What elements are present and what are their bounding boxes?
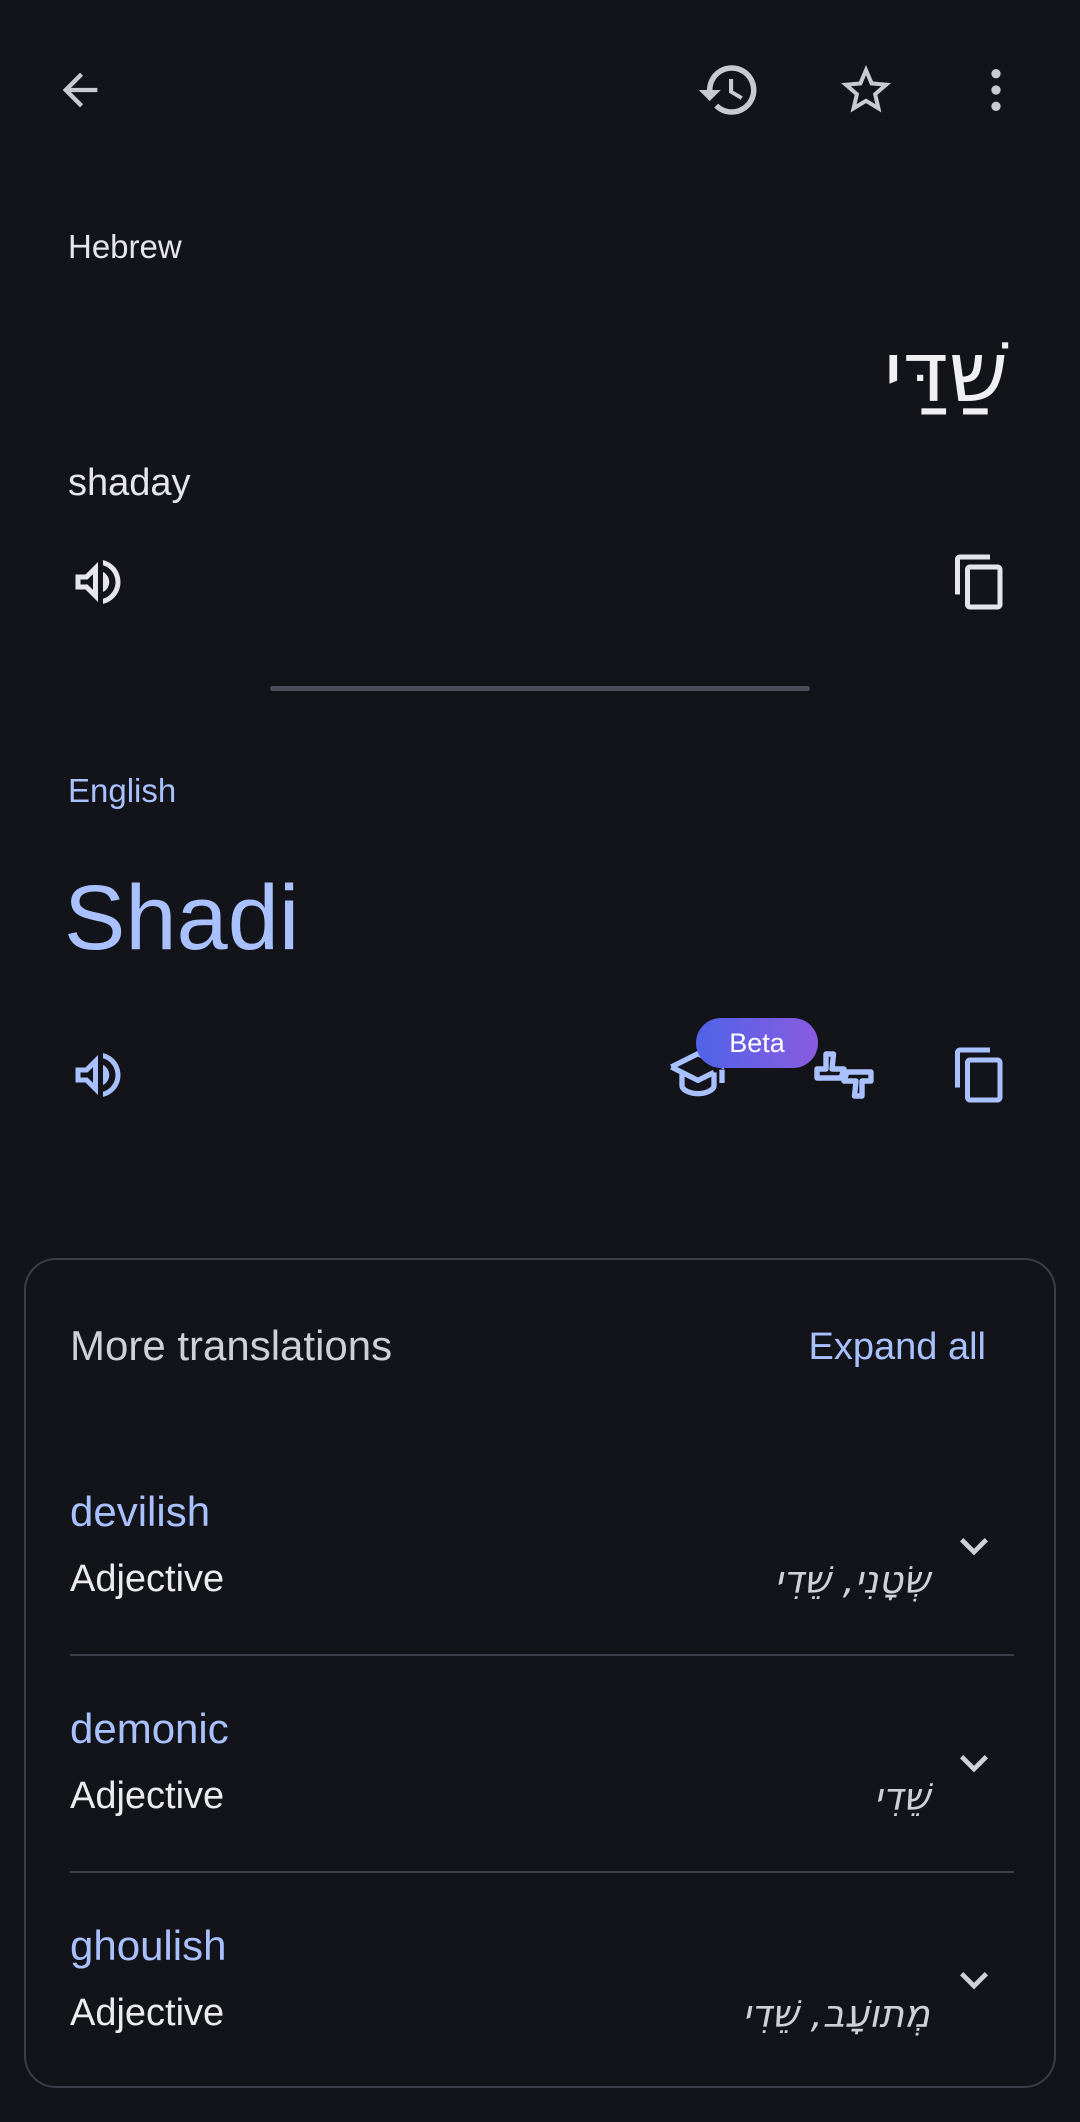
part-of-speech: Adjective <box>70 1558 225 1600</box>
feedback-button[interactable] <box>796 1027 892 1123</box>
history-button[interactable] <box>681 42 777 138</box>
more-translations-title: More translations <box>70 1322 393 1369</box>
chevron-down-icon <box>960 1755 988 1773</box>
top-app-bar <box>0 0 1080 180</box>
source-language-label: Hebrew <box>68 228 182 265</box>
more-translations-card: More translations Expand all devilish Ad… <box>24 1258 1056 2088</box>
translation-word: devilish <box>70 1488 211 1535</box>
reverse-translations: שְׂטָנִי, שֵׁדִי <box>774 1558 930 1602</box>
arrow-left-icon <box>62 72 98 108</box>
expand-all-button[interactable]: Expand all <box>809 1326 986 1369</box>
target-listen-button[interactable] <box>50 1027 146 1123</box>
copy-icon <box>955 554 1003 610</box>
row-divider <box>70 1871 1014 1873</box>
expand-row-button[interactable] <box>934 1723 1014 1803</box>
thumbs-up-down-icon <box>814 1051 874 1099</box>
part-of-speech: Adjective <box>70 1775 225 1817</box>
source-transliteration: shaday <box>68 462 191 504</box>
chevron-down-icon <box>960 1972 988 1990</box>
reverse-translations: מְתוֹעָב, שֵׁדִי <box>742 1992 930 2036</box>
target-language-label: English <box>68 772 177 809</box>
save-star-button[interactable] <box>818 42 914 138</box>
source-listen-button[interactable] <box>50 534 146 630</box>
translation-row[interactable]: demonic Adjective שֵׁדִי <box>70 1677 1014 1893</box>
more-vert-icon <box>991 69 1001 111</box>
speaker-icon <box>75 560 121 604</box>
star-outline-icon <box>841 65 891 113</box>
target-text: Shadi <box>64 867 300 969</box>
speaker-icon <box>75 1053 121 1097</box>
back-button[interactable] <box>32 42 128 138</box>
part-of-speech: Adjective <box>70 1992 225 2034</box>
expand-row-button[interactable] <box>934 1940 1014 2020</box>
copy-icon <box>955 1047 1003 1103</box>
expand-row-button[interactable] <box>934 1506 1014 1586</box>
more-options-button[interactable] <box>948 42 1044 138</box>
translation-row[interactable]: devilish Adjective שְׂטָנִי, שֵׁדִי <box>70 1460 1014 1676</box>
source-copy-button[interactable] <box>932 534 1028 630</box>
translation-word: ghoulish <box>70 1922 227 1969</box>
reverse-translations: שֵׁדִי <box>873 1775 930 1819</box>
pane-resize-handle[interactable] <box>270 686 810 691</box>
history-icon <box>698 65 757 115</box>
target-copy-button[interactable] <box>932 1027 1028 1123</box>
translation-row[interactable]: ghoulish Adjective מְתוֹעָב, שֵׁדִי <box>70 1894 1014 2110</box>
chevron-down-icon <box>960 1538 988 1556</box>
row-divider <box>70 1654 1014 1656</box>
translation-screen: Hebrew שַׁדַּי shaday English Shadi Beta <box>0 0 1080 2122</box>
source-text: שַׁדַּי <box>883 323 1008 421</box>
translation-word: demonic <box>70 1705 229 1752</box>
